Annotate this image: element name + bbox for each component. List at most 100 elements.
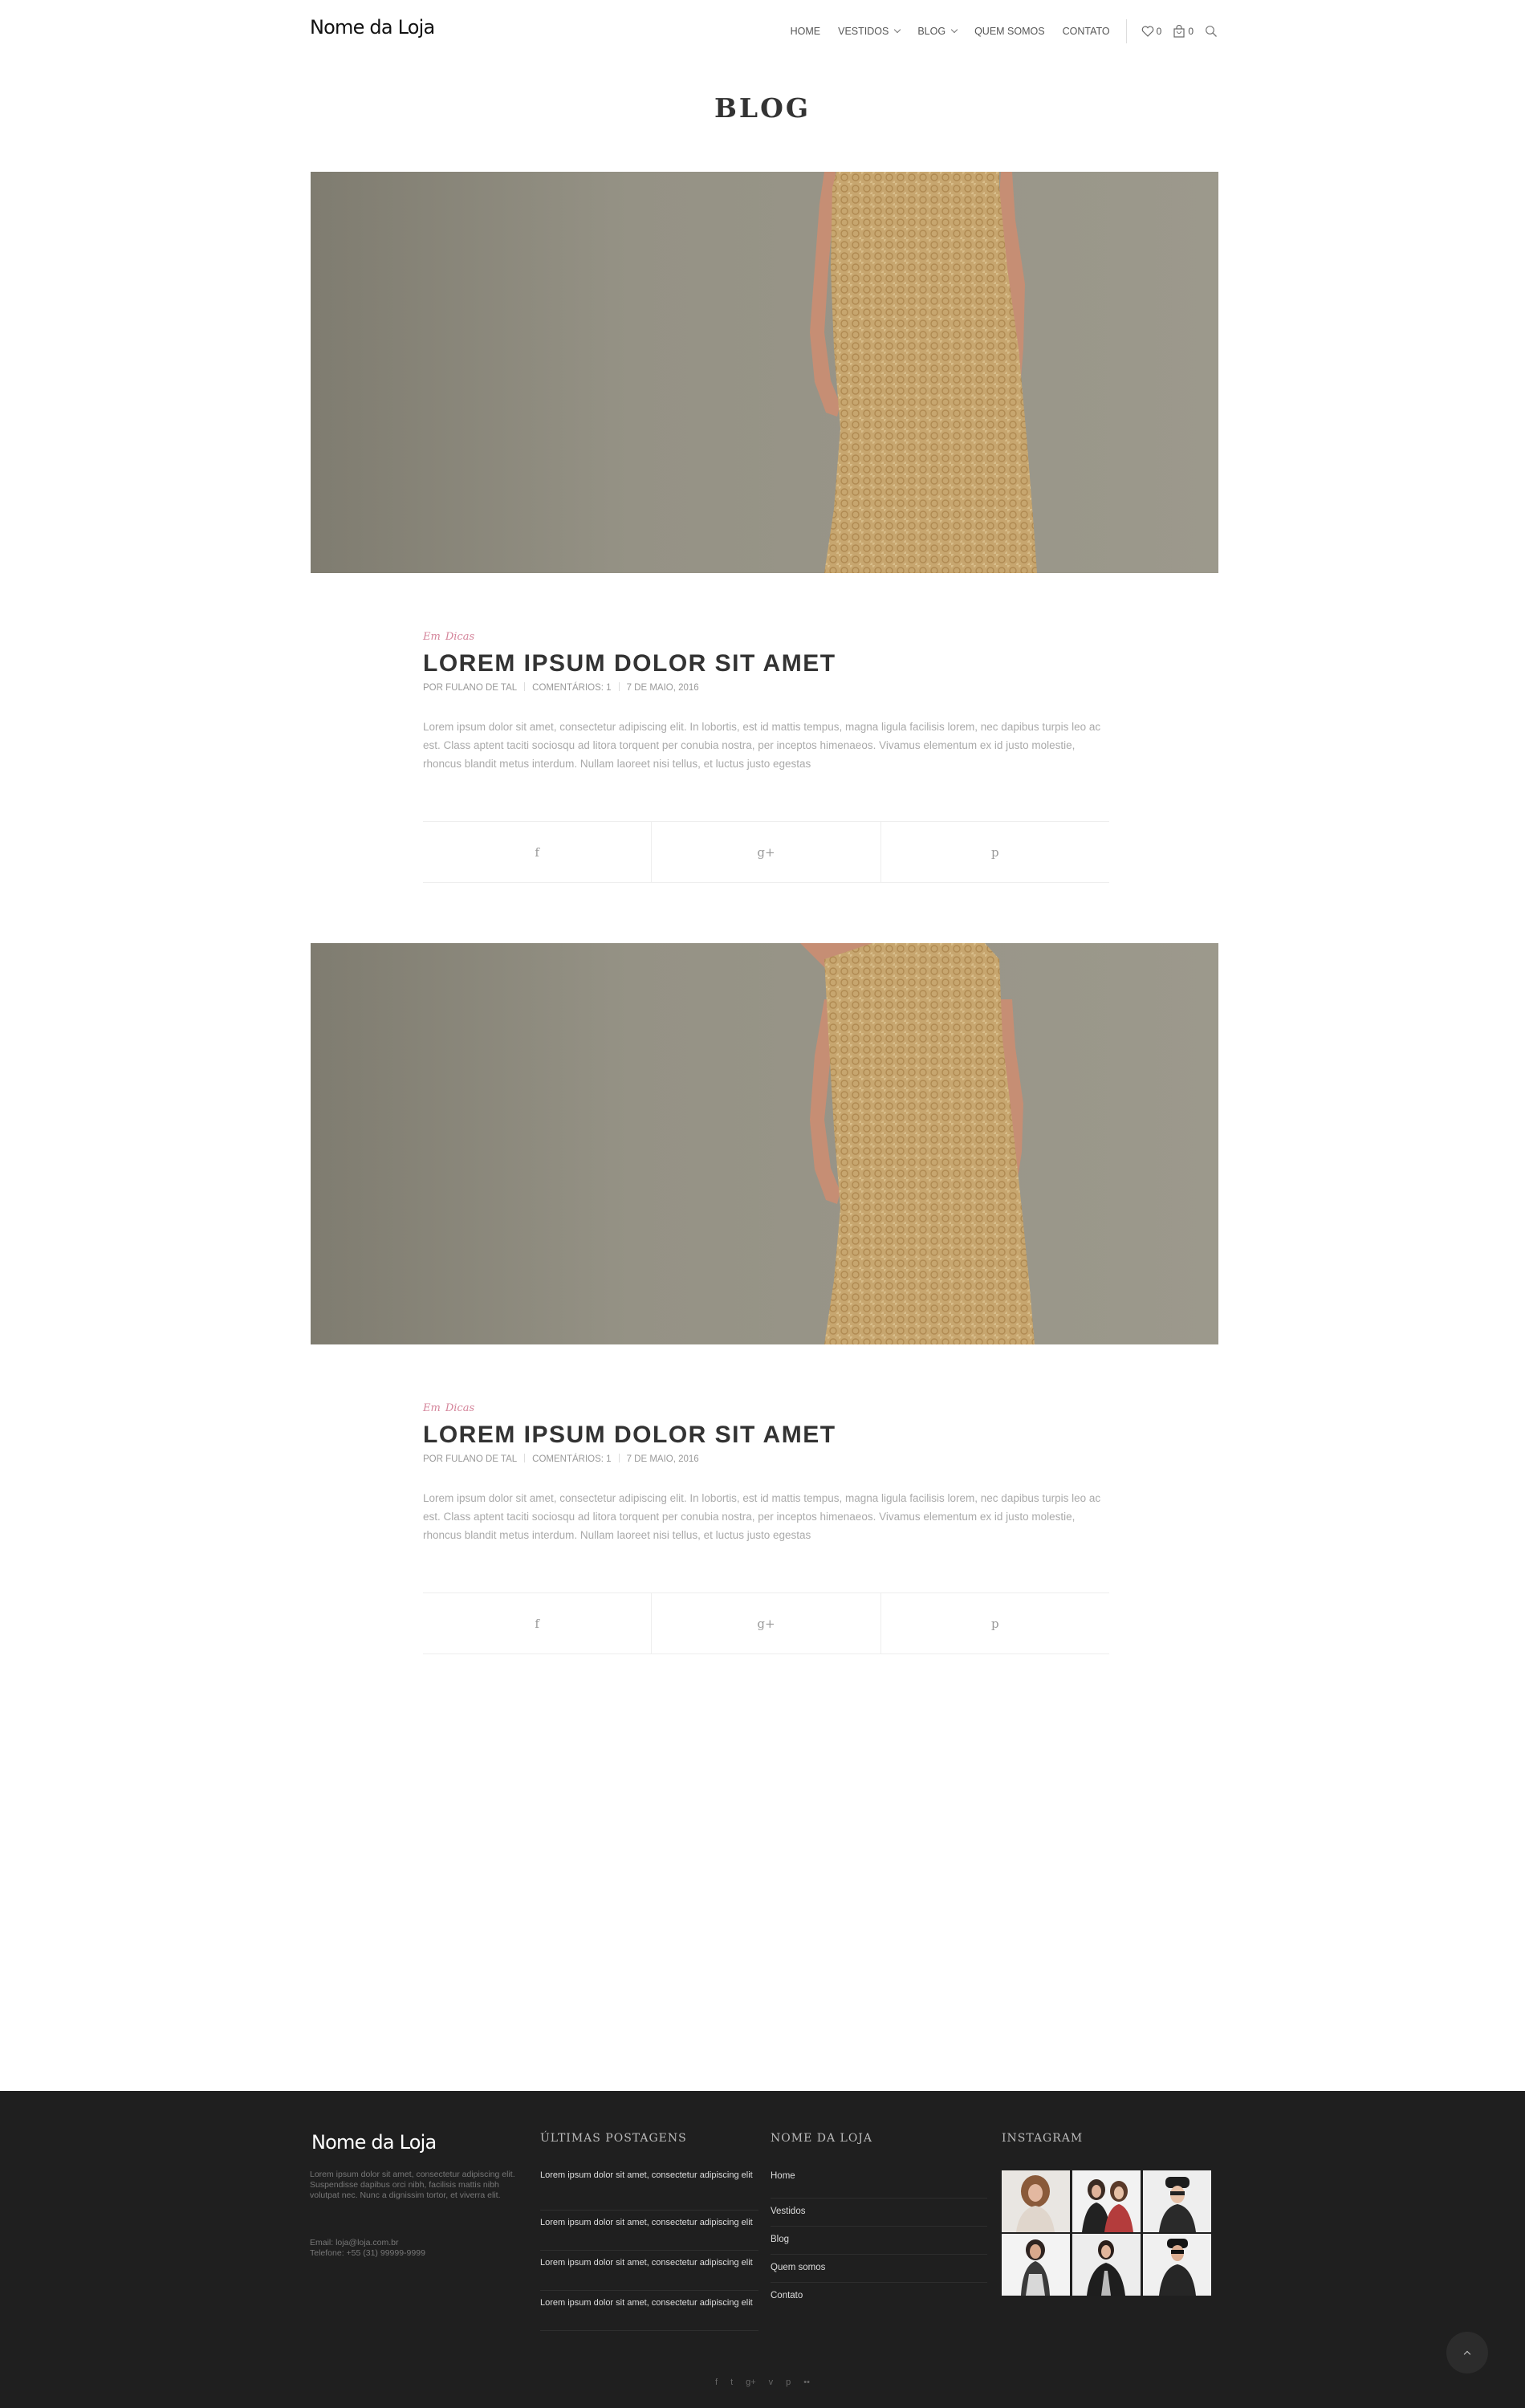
- site-header: Nome da Loja HOME VESTIDOS BLOG QUEM SOM…: [0, 0, 1525, 64]
- search-icon: [1206, 26, 1217, 37]
- share-pinterest-button[interactable]: p: [881, 822, 1109, 882]
- page-title: BLOG: [714, 92, 811, 124]
- footer-logo[interactable]: Nome da Loja: [311, 2131, 437, 2154]
- chevron-down-icon: [894, 26, 901, 34]
- nav-vestidos[interactable]: VESTIDOS: [838, 26, 901, 37]
- footer-link-contato[interactable]: Contato: [771, 2283, 987, 2311]
- footer-link-blog[interactable]: Blog: [771, 2227, 987, 2255]
- chevron-up-icon: [1463, 2350, 1471, 2357]
- footer-recent-post[interactable]: Lorem ipsum dolor sit amet, consectetur …: [540, 2251, 758, 2291]
- meta-divider: [618, 682, 620, 691]
- post-category: Em Dicas: [423, 631, 474, 643]
- nav-divider: [1125, 19, 1127, 43]
- instagram-photo[interactable]: [1002, 2234, 1070, 2296]
- chevron-down-icon: [950, 26, 958, 34]
- instagram-photo[interactable]: [1072, 2234, 1141, 2296]
- cart-button[interactable]: 0: [1173, 25, 1194, 38]
- instagram-photo[interactable]: [1072, 2170, 1141, 2232]
- bag-icon: [1173, 25, 1185, 38]
- footer-phone: Telefone: +55 (31) 99999-9999: [310, 2248, 425, 2258]
- nav-label: BLOG: [917, 26, 946, 37]
- facebook-icon: f: [535, 1616, 539, 1631]
- footer-links-heading: NOME DA LOJA: [771, 2132, 873, 2145]
- googleplus-icon: g+: [757, 1616, 775, 1631]
- share-facebook-button[interactable]: f: [423, 822, 653, 882]
- heart-icon: [1141, 26, 1153, 37]
- post-comments[interactable]: COMENTÁRIOS: 1: [532, 1454, 611, 1464]
- post-category: Em Dicas: [423, 1402, 474, 1414]
- nav-label: VESTIDOS: [838, 26, 889, 37]
- footer-recent-posts: Lorem ipsum dolor sit amet, consectetur …: [540, 2170, 758, 2331]
- back-to-top-button[interactable]: [1446, 2332, 1488, 2373]
- search-button[interactable]: [1205, 25, 1218, 38]
- footer-links: Home Vestidos Blog Quem somos Contato: [771, 2170, 987, 2311]
- nav-home[interactable]: HOME: [791, 26, 821, 37]
- twitter-icon[interactable]: t: [730, 2377, 733, 2387]
- footer-social: f t g+ v p ••: [0, 2377, 1525, 2387]
- category-prefix: Em: [423, 1402, 441, 1414]
- nav-quem-somos[interactable]: QUEM SOMOS: [974, 26, 1045, 37]
- footer-recent-post[interactable]: Lorem ipsum dolor sit amet, consectetur …: [540, 2170, 758, 2211]
- vimeo-icon[interactable]: v: [769, 2377, 774, 2387]
- site-footer: Nome da Loja Lorem ipsum dolor sit amet,…: [0, 2091, 1525, 2408]
- post-excerpt: Lorem ipsum dolor sit amet, consectetur …: [423, 721, 1101, 770]
- share-facebook-button[interactable]: f: [423, 1593, 653, 1653]
- share-googleplus-button[interactable]: g+: [652, 822, 881, 882]
- nav-label: CONTATO: [1062, 26, 1110, 37]
- post-image[interactable]: [311, 172, 1218, 573]
- meta-divider: [618, 1454, 620, 1462]
- flickr-icon[interactable]: ••: [803, 2377, 810, 2387]
- wishlist-button[interactable]: 0: [1141, 26, 1162, 37]
- footer-recent-post[interactable]: Lorem ipsum dolor sit amet, consectetur …: [540, 2291, 758, 2331]
- category-prefix: Em: [423, 631, 441, 643]
- wishlist-count: 0: [1156, 26, 1162, 37]
- meta-divider: [524, 1454, 526, 1462]
- post-comments[interactable]: COMENTÁRIOS: 1: [532, 683, 611, 693]
- instagram-photo[interactable]: [1143, 2234, 1211, 2296]
- facebook-icon[interactable]: f: [715, 2377, 718, 2387]
- post-date: 7 DE MAIO, 2016: [626, 1454, 699, 1464]
- footer-instagram-heading: INSTAGRAM: [1002, 2132, 1084, 2145]
- footer-contact: Email: loja@loja.com.br Telefone: +55 (3…: [310, 2238, 528, 2259]
- instagram-photo[interactable]: [1143, 2170, 1211, 2232]
- post-image[interactable]: [311, 943, 1218, 1344]
- footer-email[interactable]: Email: loja@loja.com.br: [310, 2238, 528, 2248]
- pinterest-icon[interactable]: p: [786, 2377, 791, 2387]
- facebook-icon: f: [535, 844, 539, 860]
- post-author[interactable]: POR FULANO DE TAL: [423, 1454, 517, 1464]
- pinterest-icon: p: [991, 1616, 999, 1631]
- instagram-photo[interactable]: [1002, 2170, 1070, 2232]
- nav-label: HOME: [790, 26, 821, 37]
- category-link[interactable]: Dicas: [445, 1402, 474, 1414]
- footer-recent-post[interactable]: Lorem ipsum dolor sit amet, consectetur …: [540, 2211, 758, 2251]
- post-title[interactable]: LOREM IPSUM DOLOR SIT AMET: [423, 1422, 836, 1449]
- dress-photo: [311, 172, 1218, 573]
- post-author[interactable]: POR FULANO DE TAL: [423, 683, 517, 693]
- share-bar: f g+ p: [423, 821, 1109, 883]
- store-logo[interactable]: Nome da Loja: [310, 16, 435, 39]
- footer-about: Lorem ipsum dolor sit amet, consectetur …: [310, 2170, 515, 2200]
- footer-link-quem-somos[interactable]: Quem somos: [771, 2255, 987, 2283]
- share-pinterest-button[interactable]: p: [881, 1593, 1109, 1653]
- dress-photo: [311, 943, 1218, 1344]
- googleplus-icon[interactable]: g+: [746, 2377, 756, 2387]
- post-title[interactable]: LOREM IPSUM DOLOR SIT AMET: [423, 650, 836, 677]
- footer-link-home[interactable]: Home: [771, 2170, 987, 2199]
- googleplus-icon: g+: [757, 844, 775, 860]
- category-link[interactable]: Dicas: [445, 631, 474, 643]
- main-nav: HOME VESTIDOS BLOG QUEM SOMOS CONTATO 0 …: [791, 19, 1218, 43]
- footer-link-vestidos[interactable]: Vestidos: [771, 2199, 987, 2227]
- post-date: 7 DE MAIO, 2016: [626, 683, 699, 693]
- nav-contato[interactable]: CONTATO: [1063, 26, 1110, 37]
- cart-count: 0: [1188, 26, 1194, 37]
- share-bar: f g+ p: [423, 1592, 1109, 1654]
- post-excerpt: Lorem ipsum dolor sit amet, consectetur …: [423, 1492, 1101, 1541]
- instagram-grid: [1002, 2170, 1214, 2296]
- footer-recent-heading: ÚLTIMAS POSTAGENS: [540, 2132, 687, 2145]
- pinterest-icon: p: [991, 844, 999, 860]
- post-meta: POR FULANO DE TAL COMENTÁRIOS: 1 7 DE MAIO…: [423, 682, 699, 693]
- meta-divider: [524, 682, 526, 691]
- post-meta: POR FULANO DE TAL COMENTÁRIOS: 1 7 DE MAIO…: [423, 1454, 699, 1464]
- nav-blog[interactable]: BLOG: [917, 26, 958, 37]
- share-googleplus-button[interactable]: g+: [652, 1593, 881, 1653]
